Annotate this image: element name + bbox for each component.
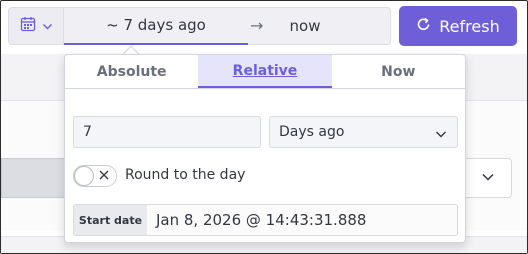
start-date-label: Start date: [74, 205, 147, 235]
chevron-down-icon: [42, 17, 53, 36]
refresh-button[interactable]: Refresh: [399, 6, 517, 46]
background-select[interactable]: [460, 158, 512, 198]
close-icon: [98, 169, 110, 184]
round-to-day-label: Round to the day: [125, 167, 246, 183]
relative-unit-value: Days ago: [279, 124, 345, 140]
date-popover: Absolute Relative Now 7 Days ago Round t…: [64, 54, 466, 243]
round-to-day-switch[interactable]: [73, 165, 117, 187]
tab-now[interactable]: Now: [332, 55, 465, 88]
switch-knob: [74, 166, 94, 186]
popover-tabs: Absolute Relative Now: [65, 55, 465, 89]
refresh-icon: [416, 17, 431, 36]
start-date-field: Start date Jan 8, 2026 @ 14:43:31.888: [73, 204, 458, 236]
relative-unit-select[interactable]: Days ago: [269, 116, 458, 148]
range-start-button[interactable]: ~ 7 days ago: [64, 7, 248, 45]
range-end-button[interactable]: now: [268, 7, 342, 45]
refresh-label: Refresh: [439, 16, 500, 36]
tab-relative[interactable]: Relative: [198, 55, 332, 88]
range-arrow: →: [250, 16, 264, 35]
start-date-value[interactable]: Jan 8, 2026 @ 14:43:31.888: [156, 211, 366, 229]
quick-menu-button[interactable]: [8, 7, 64, 45]
tab-absolute[interactable]: Absolute: [65, 55, 198, 88]
chevron-down-icon: [481, 169, 495, 188]
relative-amount-input[interactable]: 7: [73, 116, 261, 148]
calendar-icon: [20, 16, 36, 36]
background-bar: [1, 158, 71, 198]
chevron-down-icon: [435, 128, 447, 144]
